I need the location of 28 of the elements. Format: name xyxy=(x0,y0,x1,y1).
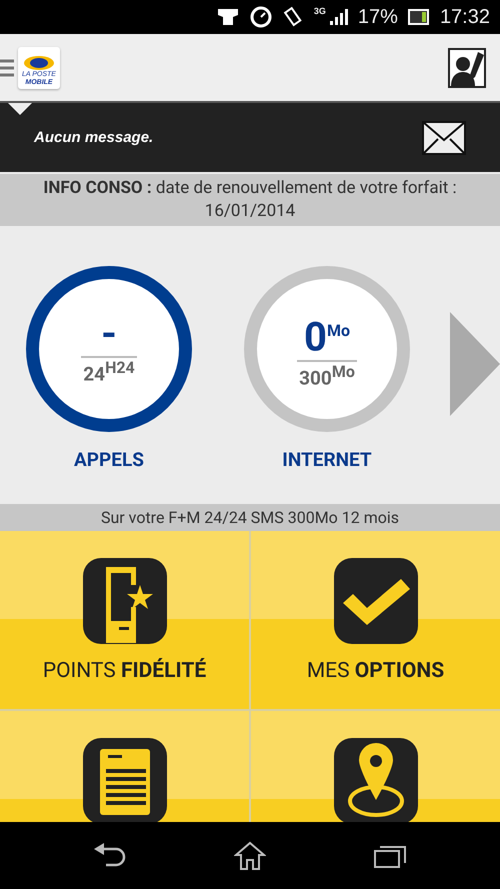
logo-mark-icon xyxy=(23,54,55,70)
document-icon xyxy=(82,737,168,822)
back-button[interactable] xyxy=(94,842,126,868)
usage-value: 0$^{Mo}$ xyxy=(304,312,350,360)
envelope-icon[interactable] xyxy=(422,120,466,154)
recent-apps-button[interactable] xyxy=(374,844,406,868)
message-status: Aucun message. xyxy=(34,129,154,146)
menu-tile[interactable]: MES OPTIONS xyxy=(251,531,500,709)
profile-edit-icon[interactable] xyxy=(448,48,486,88)
home-button[interactable] xyxy=(234,840,266,870)
signal-icon xyxy=(328,7,348,27)
info-banner: INFO CONSO : date de renouvellement de votre forfait : 16/01/2014 xyxy=(0,174,500,226)
gauge-label: INTERNET xyxy=(282,448,372,471)
usage-total: 24$^{H24}$ xyxy=(81,356,137,386)
menu-icon[interactable] xyxy=(0,58,14,78)
vibrate-icon xyxy=(282,6,304,28)
usage-value: - xyxy=(101,312,117,356)
network-type: 3G xyxy=(314,6,326,16)
battery-icon xyxy=(408,9,430,25)
usage-total: 300$^{Mo}$ xyxy=(297,360,357,389)
gauge-icon xyxy=(250,6,272,28)
check-icon xyxy=(332,557,418,645)
gauge-label: APPELS xyxy=(74,448,144,471)
clock: 17:32 xyxy=(440,6,490,28)
battery-percent: 17% xyxy=(358,6,398,28)
location-icon xyxy=(332,737,418,822)
plan-description: Sur votre F+M 24/24 SMS 300Mo 12 mois xyxy=(0,504,500,531)
menu-tile[interactable]: POINTS FIDÉLITÉ xyxy=(0,531,249,709)
